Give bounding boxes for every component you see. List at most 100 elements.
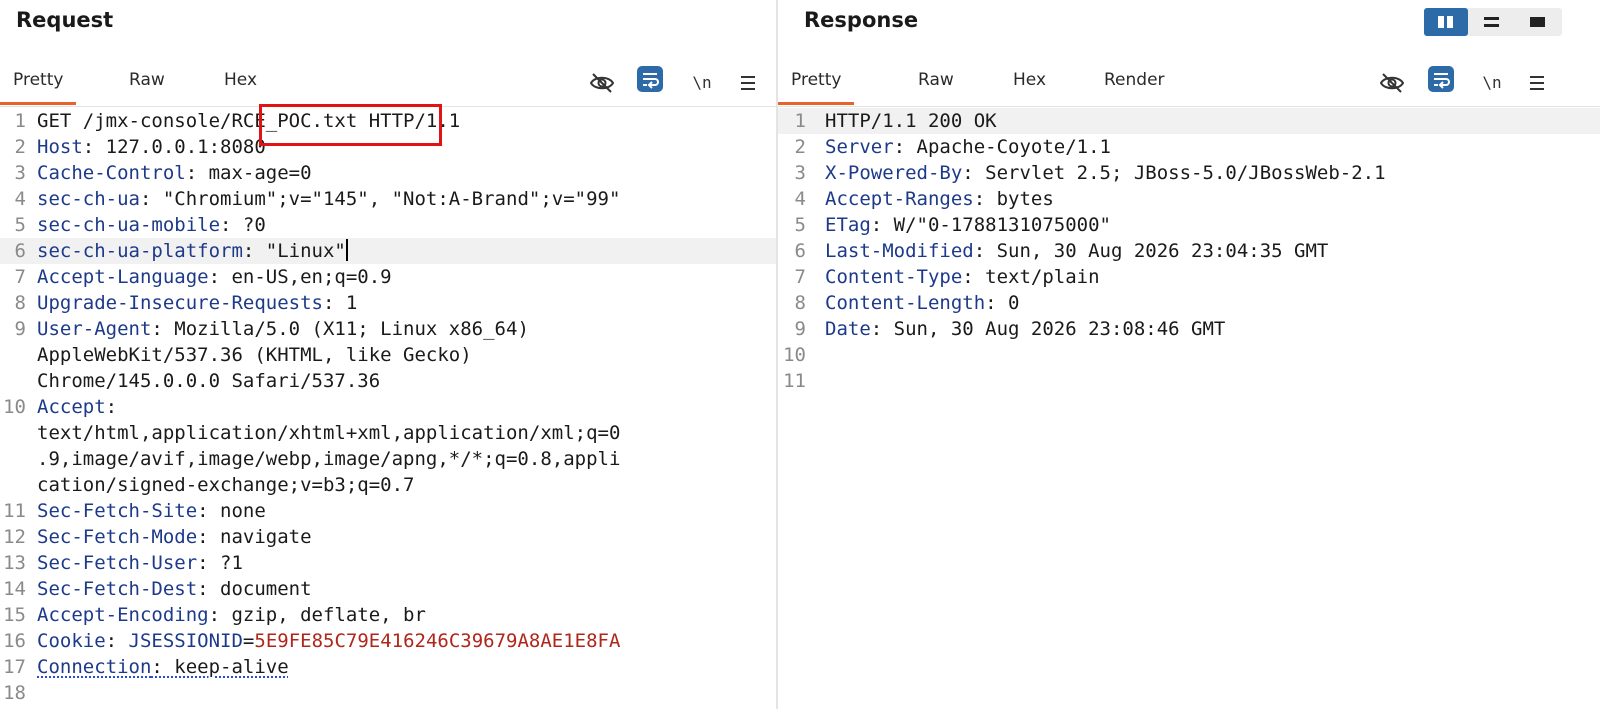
line-number: 10 [783, 344, 806, 366]
header-value: : Servlet 2.5; JBoss-5.0/JBossWeb-2.1 [962, 162, 1386, 184]
header-value: : max-age=0 [185, 162, 312, 184]
request-line-content: Sec-Fetch-Dest: document [37, 576, 312, 602]
response-line[interactable]: 5 ETag: W/"0-1788131075000" [778, 212, 1600, 238]
request-line[interactable]: 7 Accept-Language: en-US,en;q=0.9 [0, 264, 776, 290]
response-tab-pretty[interactable]: Pretty [778, 56, 855, 105]
request-line[interactable]: 6 sec-ch-ua-platform: "Linux" [0, 238, 776, 264]
header-value: : Apache-Coyote/1.1 [893, 136, 1111, 158]
menu-icon[interactable] [1523, 69, 1551, 97]
response-line[interactable]: 7 Content-Type: text/plain [778, 264, 1600, 290]
request-editor[interactable]: 1 GET /jmx-console/RCE_POC.txt HTTP/1.1 2 H… [0, 108, 776, 709]
line-number: 11 [3, 500, 26, 522]
response-line[interactable]: 1 HTTP/1.1 200 OK [778, 108, 1600, 134]
request-line-content: Host: 127.0.0.1:8080 [37, 134, 266, 160]
line-number: 5 [794, 214, 806, 236]
line-number: 14 [3, 578, 26, 600]
request-line[interactable]: 5 sec-ch-ua-mobile: ?0 [0, 212, 776, 238]
request-tab-raw[interactable]: Raw [116, 56, 178, 104]
request-line[interactable]: 3 Cache-Control: max-age=0 [0, 160, 776, 186]
request-tab-hex[interactable]: Hex [211, 56, 270, 104]
request-line[interactable]: 2 Host: 127.0.0.1:8080 [0, 134, 776, 160]
header-value: : 1 [322, 292, 358, 314]
header-value: : W/"0-1788131075000" [870, 214, 1111, 236]
layout-toggle [1424, 8, 1562, 36]
request-line[interactable]: 12 Sec-Fetch-Mode: navigate [0, 524, 776, 550]
request-line[interactable]: 11 Sec-Fetch-Site: none [0, 498, 776, 524]
layout-tabs-button[interactable] [1516, 8, 1560, 36]
layout-side-by-side-button[interactable] [1424, 8, 1468, 36]
request-line[interactable]: 17 Connection: keep-alive [0, 654, 776, 680]
request-line[interactable]: AppleWebKit/537.36 (KHTML, like Gecko) [0, 342, 776, 368]
header-value: : [105, 630, 129, 652]
layout-stacked-button[interactable] [1470, 8, 1514, 36]
request-line[interactable]: 9 User-Agent: Mozilla/5.0 (X11; Linux x86… [0, 316, 776, 342]
header-name: JSESSIONID [128, 630, 243, 652]
response-tab-render[interactable]: Render [1091, 56, 1178, 104]
header-name: Last-Modified [825, 240, 974, 262]
request-line[interactable]: 16 Cookie: JSESSIONID=5E9FE85C79E416246C3… [0, 628, 776, 654]
request-line[interactable]: 18 [0, 680, 776, 706]
header-name: Cookie [37, 630, 106, 652]
request-line[interactable]: 10 Accept: [0, 394, 776, 420]
hide-nonprintable-eye-icon[interactable] [1378, 69, 1406, 97]
response-line[interactable]: 2 Server: Apache-Coyote/1.1 [778, 134, 1600, 160]
response-line[interactable]: 11 [778, 368, 1600, 394]
header-name: Accept [37, 396, 106, 418]
header-name: sec-ch-ua-platform [37, 240, 243, 262]
request-line[interactable]: cation/signed-exchange;v=b3;q=0.7 [0, 472, 776, 498]
header-name: Sec-Fetch-Mode [37, 526, 198, 548]
request-line-content: Accept-Language: en-US,en;q=0.9 [37, 264, 392, 290]
response-line[interactable]: 9 Date: Sun, 30 Aug 2026 23:08:46 GMT [778, 316, 1600, 342]
request-line[interactable]: 4 sec-ch-ua: "Chromium";v="145", "Not:A-B… [0, 186, 776, 212]
header-name: Sec-Fetch-Site [37, 500, 198, 522]
header-value: : [105, 396, 118, 418]
request-line-content: sec-ch-ua-mobile: ?0 [37, 212, 266, 238]
header-value: : "Chromium";v="145", "Not:A-Brand";v="9… [139, 188, 621, 210]
request-tab-pretty[interactable]: Pretty [0, 56, 77, 105]
request-line[interactable]: text/html,application/xhtml+xml,applicat… [0, 420, 776, 446]
response-line[interactable]: 3 X-Powered-By: Servlet 2.5; JBoss-5.0/JB… [778, 160, 1600, 186]
newline-toggle-icon[interactable]: \n [688, 69, 716, 97]
menu-icon[interactable] [734, 69, 762, 97]
header-name: ETag [825, 214, 871, 236]
request-line[interactable]: 13 Sec-Fetch-User: ?1 [0, 550, 776, 576]
request-line[interactable]: .9,image/avif,image/webp,image/apng,*/*;… [0, 446, 776, 472]
response-line-content: X-Powered-By: Servlet 2.5; JBoss-5.0/JBo… [825, 160, 1386, 186]
request-title: Request [16, 8, 114, 32]
request-line[interactable]: 8 Upgrade-Insecure-Requests: 1 [0, 290, 776, 316]
request-line-content: sec-ch-ua-platform: "Linux" [37, 238, 348, 264]
text-caret [345, 239, 348, 261]
response-tab-hex[interactable]: Hex [1000, 56, 1059, 104]
request-line-content: GET /jmx-console/RCE_POC.txt HTTP/1.1 [37, 108, 460, 134]
newline-toggle-icon[interactable]: \n [1478, 69, 1506, 97]
response-tab-raw[interactable]: Raw [905, 56, 967, 104]
request-line-content: Upgrade-Insecure-Requests: 1 [37, 290, 357, 316]
header-value: : gzip, deflate, br [208, 604, 426, 626]
word-wrap-icon[interactable] [637, 66, 663, 92]
request-line-content: Chrome/145.0.0.0 Safari/537.36 [37, 368, 380, 394]
request-line[interactable]: 15 Accept-Encoding: gzip, deflate, br [0, 602, 776, 628]
response-editor[interactable]: 1 HTTP/1.1 200 OK 2 Server: Apache-Coyote/1… [778, 108, 1600, 709]
response-line[interactable]: 4 Accept-Ranges: bytes [778, 186, 1600, 212]
line-number: 10 [3, 396, 26, 418]
line-number: 11 [783, 370, 806, 392]
response-line[interactable]: 10 [778, 342, 1600, 368]
line-number: 3 [14, 162, 26, 184]
response-line-content: ETag: W/"0-1788131075000" [825, 212, 1111, 238]
request-line[interactable]: 1 GET /jmx-console/RCE_POC.txt HTTP/1.1 [0, 108, 776, 134]
hide-nonprintable-eye-icon[interactable] [588, 69, 616, 97]
columns-icon [1438, 16, 1453, 28]
header-value: : Mozilla/5.0 (X11; Linux x86_64) [151, 318, 529, 340]
request-line[interactable]: 14 Sec-Fetch-Dest: document [0, 576, 776, 602]
response-line[interactable]: 6 Last-Modified: Sun, 30 Aug 2026 23:04:3… [778, 238, 1600, 264]
request-line-content: Sec-Fetch-User: ?1 [37, 550, 243, 576]
response-line-content: Date: Sun, 30 Aug 2026 23:08:46 GMT [825, 316, 1225, 342]
header-value: : bytes [973, 188, 1054, 210]
request-line[interactable]: Chrome/145.0.0.0 Safari/537.36 [0, 368, 776, 394]
header-name: Sec-Fetch-Dest [37, 578, 198, 600]
word-wrap-icon[interactable] [1428, 66, 1454, 92]
response-panel: Response Pretty Raw Hex Render \n 1 HTTP… [778, 0, 1600, 709]
response-line-content: Last-Modified: Sun, 30 Aug 2026 23:04:35… [825, 238, 1328, 264]
line-number: 3 [794, 162, 806, 184]
response-line[interactable]: 8 Content-Length: 0 [778, 290, 1600, 316]
